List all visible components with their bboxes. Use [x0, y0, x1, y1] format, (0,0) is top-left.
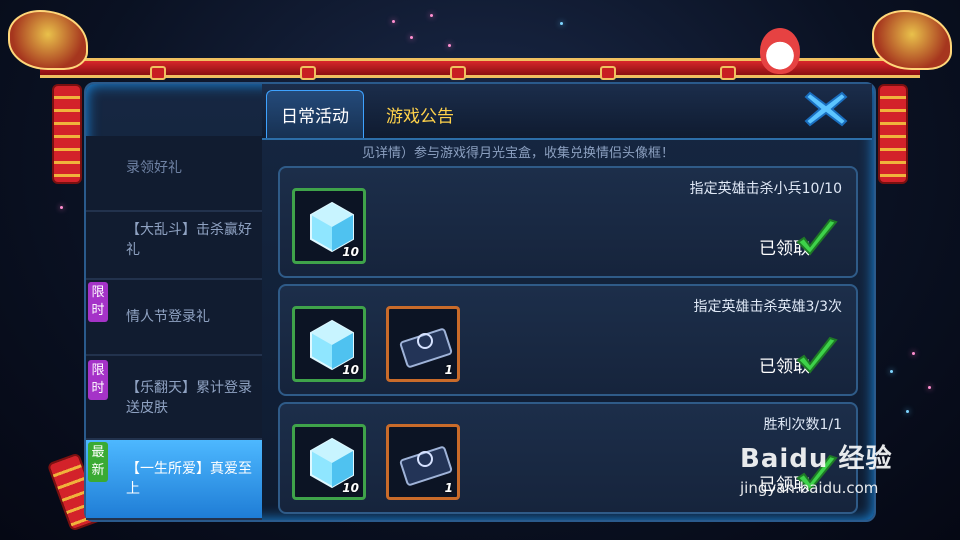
- item-quantity: 10: [342, 481, 359, 495]
- beam-ornament: [600, 66, 616, 80]
- reward-item[interactable]: 10: [292, 424, 366, 500]
- baidu-watermark: Baidu 经验 jingyan.baidu.com: [740, 438, 892, 497]
- sidebar-item-label: 【一生所爱】真爱至上: [126, 461, 252, 497]
- close-button[interactable]: [800, 86, 852, 132]
- event-description: 见详情）参与游戏得月光宝盒，收集兑换情侣头像框！: [362, 146, 675, 161]
- watermark-url: jingyan.baidu.com: [740, 479, 879, 497]
- beam-ornament: [450, 66, 466, 80]
- event-sidebar: 录领好礼 【大乱斗】击杀赢好礼 限时 情人节登录礼 限时 【乐翻天】累计登录送皮…: [86, 136, 262, 520]
- item-quantity: 10: [342, 245, 359, 259]
- item-quantity: 1: [444, 481, 453, 495]
- limited-tag: 限时: [88, 360, 108, 400]
- item-quantity: 10: [342, 363, 359, 377]
- reward-task: 指定英雄击杀小兵10/10: [689, 181, 842, 197]
- sidebar-item-true-love[interactable]: 最新 【一生所爱】真爱至上: [86, 440, 262, 520]
- reward-item[interactable]: 1: [386, 424, 460, 500]
- close-icon: [804, 91, 848, 127]
- rooster-mascot: [760, 28, 800, 74]
- sidebar-item-label: 【乐翻天】累计登录送皮肤: [126, 380, 252, 416]
- tab-game-announcements[interactable]: 游戏公告: [370, 90, 470, 138]
- beam-ornament: [150, 66, 166, 80]
- sidebar-item-label: 情人节登录礼: [126, 309, 210, 325]
- watermark-brand: Baidu 经验: [740, 444, 893, 474]
- new-tag: 最新: [88, 442, 108, 482]
- dragon-head-left: [8, 10, 88, 70]
- sidebar-item-login-gift[interactable]: 录领好礼: [86, 136, 262, 212]
- sidebar-item-fun-login[interactable]: 限时 【乐翻天】累计登录送皮肤: [86, 358, 262, 440]
- limited-tag: 限时: [88, 282, 108, 322]
- reward-item[interactable]: 10: [292, 306, 366, 382]
- firecracker-right: [878, 84, 908, 184]
- check-icon: [796, 336, 838, 374]
- tab-bar: 日常活动 游戏公告: [262, 84, 872, 140]
- item-quantity: 1: [444, 363, 453, 377]
- sidebar-item-label: 【大乱斗】击杀赢好礼: [126, 222, 252, 258]
- firecracker-left: [52, 84, 82, 184]
- sidebar-item-valentine-login[interactable]: 限时 情人节登录礼: [86, 280, 262, 356]
- reward-item[interactable]: 10: [292, 188, 366, 264]
- sidebar-item-label: 录领好礼: [126, 160, 182, 176]
- sidebar-item-brawl[interactable]: 【大乱斗】击杀赢好礼: [86, 202, 262, 280]
- tab-daily-activities[interactable]: 日常活动: [266, 90, 364, 138]
- reward-task: 胜利次数1/1: [763, 417, 842, 433]
- reward-card: 10 指定英雄击杀小兵10/10 已领取: [278, 166, 858, 278]
- reward-task: 指定英雄击杀英雄3/3次: [693, 299, 842, 315]
- beam-ornament: [720, 66, 736, 80]
- check-icon: [796, 218, 838, 256]
- dragon-head-right: [872, 10, 952, 70]
- beam-ornament: [300, 66, 316, 80]
- reward-card: 10 1 指定英雄击杀英雄3/3次 已领取: [278, 284, 858, 396]
- reward-item[interactable]: 1: [386, 306, 460, 382]
